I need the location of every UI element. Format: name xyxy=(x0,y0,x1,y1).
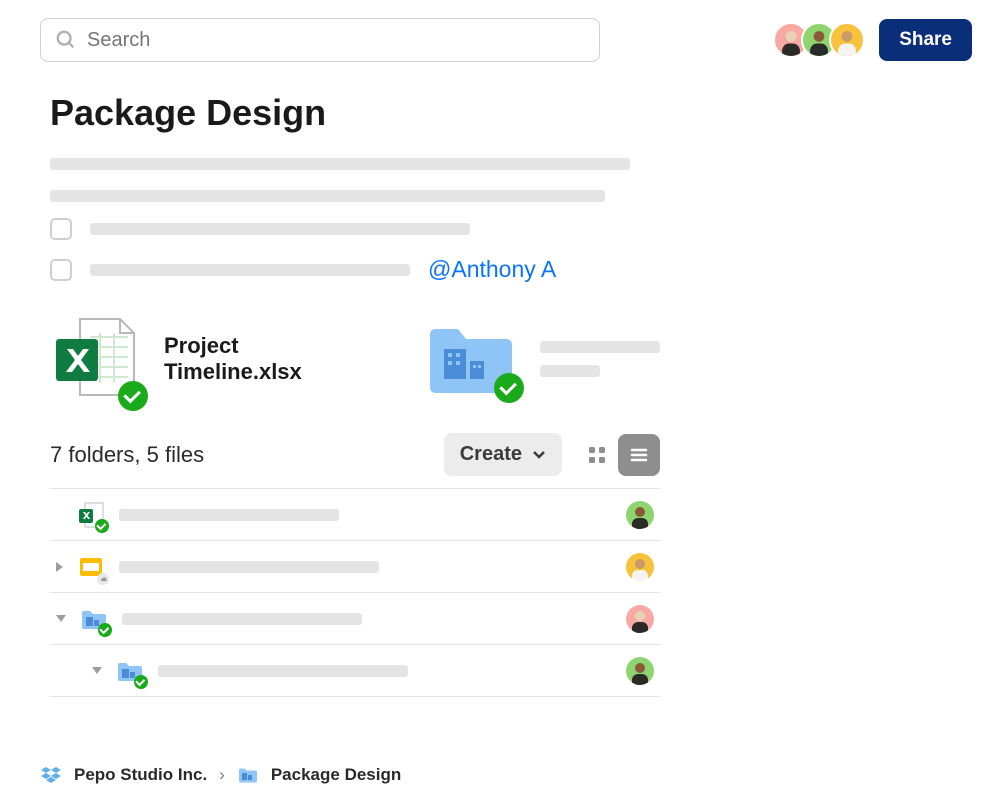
folder-name-placeholder xyxy=(122,613,362,625)
create-button-label: Create xyxy=(460,443,522,466)
avatar[interactable] xyxy=(626,553,654,581)
avatar[interactable] xyxy=(626,605,654,633)
checkbox-icon[interactable] xyxy=(50,218,72,240)
folder-count: 7 folders, 5 files xyxy=(50,442,204,468)
folder-icon xyxy=(116,657,144,685)
sync-check-icon xyxy=(95,519,109,533)
checkbox-icon[interactable] xyxy=(50,259,72,281)
folder-name-placeholder xyxy=(540,341,660,353)
excel-file-icon xyxy=(77,501,105,529)
file-card-excel[interactable]: Project Timeline.xlsx xyxy=(50,313,356,405)
list-icon xyxy=(628,444,650,466)
checklist-item[interactable]: @Anthony A xyxy=(50,256,660,283)
grid-view-button[interactable] xyxy=(576,434,618,476)
sync-check-icon xyxy=(98,623,112,637)
slides-file-icon xyxy=(77,553,105,581)
list-item[interactable] xyxy=(50,541,660,593)
avatar[interactable] xyxy=(626,501,654,529)
folder-summary-row: 7 folders, 5 files Create xyxy=(50,433,660,476)
main-content: Package Design @Anthony A xyxy=(0,62,700,697)
checklist-text-placeholder xyxy=(90,264,410,276)
sync-check-icon xyxy=(494,373,524,403)
breadcrumb-current[interactable]: Package Design xyxy=(271,765,401,785)
chevron-down-icon xyxy=(532,448,546,462)
page-title: Package Design xyxy=(50,92,660,134)
file-name-placeholder xyxy=(119,561,379,573)
folder-icon xyxy=(80,605,108,633)
checklist-text-placeholder xyxy=(90,223,470,235)
folder-name-placeholder xyxy=(158,665,408,677)
grid-icon xyxy=(587,445,607,465)
avatar-stack[interactable] xyxy=(773,22,865,58)
expand-down-icon[interactable] xyxy=(56,615,66,622)
cloud-icon xyxy=(97,573,109,585)
sync-check-icon xyxy=(134,675,148,689)
file-name-placeholder xyxy=(119,509,339,521)
create-button[interactable]: Create xyxy=(444,433,562,476)
list-item[interactable] xyxy=(50,489,660,541)
expand-down-icon[interactable] xyxy=(92,667,102,674)
file-card-folder[interactable] xyxy=(426,321,660,397)
checklist-item[interactable] xyxy=(50,218,660,240)
avatar[interactable] xyxy=(829,22,865,58)
breadcrumb-root[interactable]: Pepo Studio Inc. xyxy=(74,765,207,785)
search-icon xyxy=(55,29,77,51)
excel-file-icon xyxy=(50,313,142,405)
folder-icon xyxy=(237,764,259,786)
topbar-right: Share xyxy=(773,19,972,61)
list-view-button[interactable] xyxy=(618,434,660,476)
view-toggle xyxy=(576,434,660,476)
list-item[interactable] xyxy=(50,645,660,697)
file-list xyxy=(50,488,660,697)
avatar[interactable] xyxy=(626,657,654,685)
topbar: Share xyxy=(0,0,990,62)
breadcrumb-separator: › xyxy=(219,765,225,785)
breadcrumb: Pepo Studio Inc. › Package Design xyxy=(40,764,401,786)
dropbox-icon xyxy=(40,764,62,786)
folder-icon xyxy=(426,321,518,397)
description-placeholder xyxy=(50,158,660,202)
share-button[interactable]: Share xyxy=(879,19,972,61)
file-name: Project Timeline.xlsx xyxy=(164,333,356,385)
list-item[interactable] xyxy=(50,593,660,645)
search-input[interactable] xyxy=(87,29,585,52)
search-input-wrapper[interactable] xyxy=(40,18,600,62)
mention-link[interactable]: @Anthony A xyxy=(428,256,556,283)
expand-right-icon[interactable] xyxy=(56,562,63,572)
folder-meta-placeholder xyxy=(540,365,600,377)
sync-check-icon xyxy=(118,381,148,411)
